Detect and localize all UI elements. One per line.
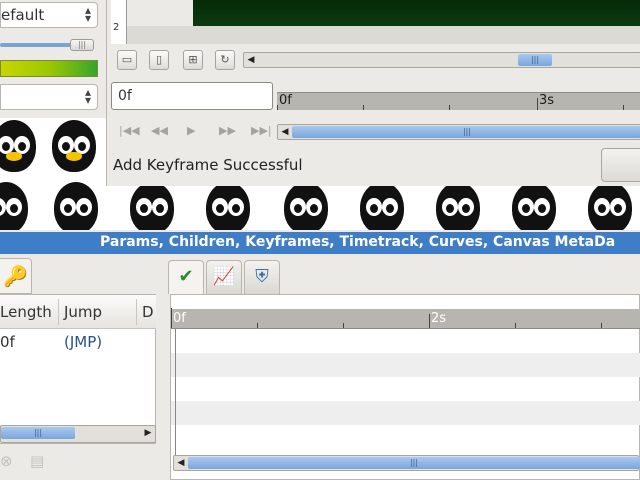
- keyframes-panel: 🔑 Length Jump D 0f (JMP) ||| ▶ ⊗ ▤: [0, 254, 166, 480]
- canvas-border: [127, 26, 640, 44]
- scroll-thumb[interactable]: |||: [292, 126, 640, 138]
- canvas-toolbar: ▭ ▯ ⊞ ↻ ◀ |||: [107, 46, 640, 74]
- keyframes-tab-key-icon[interactable]: 🔑: [0, 258, 32, 294]
- scroll-right-icon[interactable]: ▶: [141, 426, 155, 440]
- track-row[interactable]: [171, 329, 640, 353]
- timetrack-ruler[interactable]: 0f 2s: [171, 308, 640, 329]
- scroll-thumb[interactable]: |||: [1, 427, 75, 439]
- params-tab-check-icon[interactable]: ✔: [168, 260, 204, 294]
- list-horizontal-scrollbar[interactable]: ||| ▶: [0, 425, 156, 443]
- penguin-icon: [46, 120, 102, 174]
- status-message: Add Keyframe Successful: [113, 156, 303, 174]
- play-icon[interactable]: ▶: [187, 124, 195, 137]
- penguin-icon: [48, 182, 104, 230]
- scroll-thumb[interactable]: |||: [518, 54, 552, 66]
- seek-next-frame-icon[interactable]: ▶▶: [219, 124, 236, 137]
- time-cursor[interactable]: [175, 329, 176, 459]
- curves-tab-graph-icon[interactable]: 📈: [206, 260, 242, 294]
- timetrack-horizontal-scrollbar[interactable]: ◀ |||: [173, 455, 640, 471]
- refresh-button[interactable]: ↻: [215, 50, 235, 70]
- seek-end-icon[interactable]: ▶▶|: [251, 124, 272, 137]
- column-length[interactable]: Length: [0, 303, 52, 321]
- blend-method-value: efault: [1, 6, 45, 24]
- toggle-ducks-button[interactable]: ▭: [117, 50, 137, 70]
- seek-prev-frame-icon[interactable]: ◀◀: [151, 124, 168, 137]
- option-combo[interactable]: ▴ ▾: [0, 84, 98, 110]
- duplicate-keyframe-icon[interactable]: ▤: [30, 452, 44, 470]
- penguin-icon: [430, 182, 486, 230]
- scroll-thumb[interactable]: |||: [188, 457, 640, 469]
- penguin-icon: [0, 182, 34, 230]
- time-ruler[interactable]: 0f 3s: [277, 92, 640, 110]
- blend-method-combo[interactable]: efault ▴ ▾: [0, 2, 98, 28]
- current-time-field[interactable]: 0f: [111, 82, 273, 110]
- remove-keyframe-icon[interactable]: ⊗: [0, 452, 13, 470]
- combo-arrows-icon: ▴ ▾: [84, 85, 91, 107]
- column-d[interactable]: D: [142, 303, 154, 321]
- transport-controls: |◀◀ ◀◀ ▶ ▶▶ ▶▶| ◀ |||: [107, 120, 640, 144]
- penguin-icon: [506, 182, 562, 230]
- slider-handle[interactable]: |||: [70, 39, 94, 51]
- grid-button[interactable]: ⊞: [183, 50, 203, 70]
- jump-link[interactable]: (JMP): [64, 333, 102, 351]
- track-row[interactable]: [171, 401, 640, 425]
- gradient-preview[interactable]: [0, 60, 98, 77]
- scroll-left-icon[interactable]: ◀: [244, 53, 258, 67]
- track-row[interactable]: [171, 353, 640, 377]
- keyframes-list-header: Length Jump D: [0, 295, 156, 329]
- onion-skin-button[interactable]: ▯: [149, 50, 169, 70]
- penguin-icon: [0, 120, 42, 174]
- penguin-icon: [278, 182, 334, 230]
- keyframes-list[interactable]: Length Jump D 0f (JMP) ||| ▶: [0, 294, 156, 444]
- canvas-horizontal-scrollbar[interactable]: ◀ |||: [243, 52, 640, 68]
- penguin-icon: [582, 182, 638, 230]
- penguin-icon: [124, 182, 180, 230]
- track-row[interactable]: [171, 425, 640, 449]
- canvas-window: 2 ▭ ▯ ⊞ ↻ ◀ ||| 0f 0f 3s |◀◀ ◀◀ ▶ ▶▶ ▶▶|…: [106, 0, 640, 186]
- table-row[interactable]: 0f (JMP): [0, 331, 156, 355]
- penguin-icon: [354, 182, 410, 230]
- vertical-ruler: 2: [111, 0, 127, 44]
- combo-arrows-icon: ▴ ▾: [84, 3, 91, 25]
- timetrack-area[interactable]: 0f 2s ◀ |||: [170, 294, 640, 480]
- canvas-area[interactable]: [193, 0, 640, 26]
- status-button[interactable]: [601, 148, 640, 182]
- scroll-left-icon[interactable]: ◀: [278, 125, 292, 139]
- seek-begin-icon[interactable]: |◀◀: [119, 124, 140, 137]
- canvas-tab-icon[interactable]: ⛨: [244, 260, 280, 294]
- penguin-icon: [200, 182, 256, 230]
- tool-options-panel: efault ▴ ▾ ||| ▴ ▾: [0, 0, 106, 118]
- timetrack-panel: ✔ 📈 ⛨ 0f 2s ◀ |||: [166, 254, 640, 480]
- track-row[interactable]: [171, 377, 640, 401]
- panel-title-bar: Params, Children, Keyframes, Timetrack, …: [0, 232, 640, 254]
- opacity-slider[interactable]: |||: [0, 39, 95, 51]
- scroll-left-icon[interactable]: ◀: [174, 456, 188, 470]
- column-jump[interactable]: Jump: [64, 303, 102, 321]
- time-scrollbar[interactable]: ◀ |||: [277, 124, 640, 140]
